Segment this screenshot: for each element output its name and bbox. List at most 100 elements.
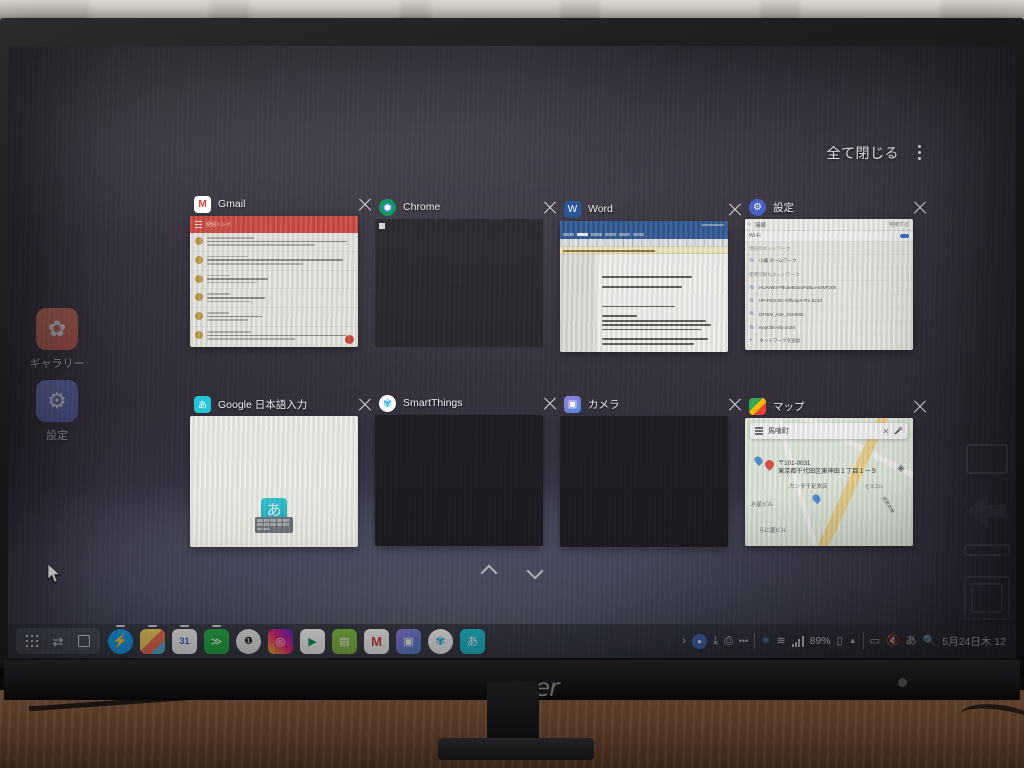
add-network-label: ネットワークを追加 bbox=[759, 338, 801, 344]
desktop-icon-gallery[interactable]: ✿ ギャラリー bbox=[22, 308, 92, 371]
google-maps-icon bbox=[749, 397, 766, 415]
chevron-down-icon[interactable] bbox=[525, 564, 545, 578]
compose-fab bbox=[345, 335, 354, 344]
close-icon[interactable] bbox=[910, 197, 930, 217]
map-search-query[interactable]: 馬喰町 bbox=[768, 426, 878, 436]
overview-card-google-japanese-input[interactable]: あ Google 日本語入力 あ bbox=[190, 392, 375, 547]
gallery-icon bbox=[140, 628, 165, 654]
shelf-app-authenticator[interactable]: ❶ bbox=[236, 628, 261, 654]
overview-card-settings[interactable]: ⚙ 設定 ‹ 接続 検索する Wi-Fi 現在のネットワーク ≋ 小暮 ホームワ… bbox=[745, 195, 930, 352]
wifi-icon: ≋ bbox=[749, 324, 755, 331]
card-row: M Gmail 受信トレイ Chrome W Word ⚙ 設定 ‹ 接続 検索… bbox=[190, 178, 930, 352]
card-thumbnail[interactable]: 馬喰町 ✕ 🎤 〒101-0031 東京都千代田区東神田１丁目１ー９ ◈ カンダ… bbox=[745, 418, 913, 546]
ime-japanese-icon[interactable]: あ bbox=[906, 635, 917, 647]
overview-square-icon[interactable] bbox=[73, 631, 95, 651]
chevron-right-icon[interactable]: › bbox=[682, 635, 686, 647]
close-icon[interactable] bbox=[355, 394, 375, 414]
overview-card-smartthings[interactable]: ✾ SmartThings bbox=[375, 391, 560, 547]
clock[interactable]: 5月24日木 12 bbox=[942, 634, 1006, 649]
close-icon[interactable]: ✕ bbox=[883, 427, 890, 436]
bluetooth-icon[interactable]: ✳ bbox=[761, 635, 770, 647]
close-icon[interactable] bbox=[910, 396, 930, 416]
close-icon[interactable] bbox=[355, 194, 375, 214]
volume-mute-icon[interactable]: 🔇 bbox=[886, 635, 900, 647]
caret-up-icon[interactable]: ▲ bbox=[849, 637, 857, 645]
chevron-up-icon[interactable] bbox=[479, 564, 499, 578]
shelf-app-gallery[interactable] bbox=[140, 624, 165, 654]
shelf-app-google-japanese-input[interactable]: あ bbox=[460, 628, 485, 654]
shelf-app-instagram[interactable]: ◎ bbox=[268, 628, 293, 654]
network-name: HUAWEI-P8Lite8DuoPoBLe-DWF200 bbox=[759, 285, 837, 291]
wifi-icon: ≋ bbox=[749, 297, 755, 304]
card-row: あ Google 日本語入力 あ ✾ SmartThings ▣ カメラ マップ… bbox=[190, 376, 930, 547]
more-dots-icon[interactable]: ••• bbox=[739, 636, 748, 646]
card-thumbnail[interactable] bbox=[375, 415, 543, 546]
layers-icon[interactable] bbox=[897, 458, 907, 468]
messenger-icon: ⚡ bbox=[108, 628, 133, 654]
card-thumbnail[interactable]: あ bbox=[190, 416, 358, 547]
card-thumbnail[interactable] bbox=[560, 221, 728, 352]
cellular-signal-icon[interactable] bbox=[791, 635, 804, 647]
shelf-app-messenger[interactable]: ⚡ bbox=[108, 624, 133, 654]
hamburger-icon[interactable] bbox=[755, 430, 763, 432]
plus-icon: + bbox=[749, 338, 753, 345]
close-icon[interactable] bbox=[725, 394, 745, 414]
settings-section-current: 現在のネットワーク bbox=[745, 242, 913, 255]
card-thumbnail[interactable] bbox=[375, 219, 543, 347]
power-button[interactable] bbox=[898, 678, 907, 687]
spreadsheet-icon: ▤ bbox=[332, 628, 357, 654]
shelf-app-play-store[interactable]: ▶ bbox=[300, 628, 325, 654]
account-avatar-icon[interactable]: ● bbox=[692, 633, 708, 649]
word-toolbar bbox=[560, 239, 728, 247]
settings-add-network: + ネットワークを追加 bbox=[745, 335, 913, 349]
printer-icon[interactable]: ⎙ bbox=[724, 635, 733, 647]
download-icon[interactable]: ⤓ bbox=[713, 635, 718, 647]
overview-card-maps[interactable]: マップ 馬喰町 ✕ 🎤 〒101-0031 東京都千代田区東神田１丁目１ー９ ◈… bbox=[745, 394, 930, 547]
back-arrow-icon[interactable]: ⇄ bbox=[47, 631, 69, 651]
card-app-name: Gmail bbox=[218, 198, 246, 210]
map-marker bbox=[813, 494, 820, 503]
close-icon[interactable] bbox=[540, 197, 560, 217]
close-icon[interactable] bbox=[725, 199, 745, 219]
close-all-button[interactable]: 全て閉じる bbox=[827, 143, 900, 163]
map-search-bar[interactable]: 馬喰町 ✕ 🎤 bbox=[750, 423, 908, 439]
overview-card-word[interactable]: W Word bbox=[560, 197, 745, 352]
overview-card-gmail[interactable]: M Gmail 受信トレイ bbox=[190, 192, 375, 352]
card-thumbnail[interactable]: ‹ 接続 検索する Wi-Fi 現在のネットワーク ≋ 小暮 ホームワーク 使用… bbox=[745, 219, 913, 350]
wifi-icon: ≋ bbox=[749, 284, 755, 291]
settings-wifi-label: Wi-Fi bbox=[749, 233, 761, 239]
list-item bbox=[190, 271, 358, 290]
desktop-icon-settings[interactable]: ⚙ 設定 bbox=[22, 380, 92, 443]
screencast-icon[interactable]: ▭ bbox=[870, 635, 880, 647]
close-icon[interactable] bbox=[540, 393, 560, 413]
microphone-icon[interactable]: 🎤 bbox=[894, 427, 903, 435]
gallery-icon: ✿ bbox=[36, 308, 78, 350]
shelf-app-calendar[interactable]: 31 bbox=[172, 624, 197, 654]
card-thumbnail[interactable]: 受信トレイ bbox=[190, 216, 358, 347]
kebab-menu-icon[interactable] bbox=[915, 142, 924, 163]
overview-card-chrome[interactable]: Chrome bbox=[375, 195, 560, 352]
settings-network-current: ≋ 小暮 ホームワーク bbox=[745, 255, 913, 269]
shelf-app-smartthings[interactable]: ✾ bbox=[428, 628, 453, 654]
shelf-app-spreadsheet[interactable]: ▤ bbox=[332, 628, 357, 654]
list-item bbox=[190, 308, 358, 327]
search-icon[interactable]: 🔍 bbox=[923, 635, 937, 647]
list-item bbox=[190, 327, 358, 346]
overview-card-camera[interactable]: ▣ カメラ bbox=[560, 392, 745, 547]
shelf-app-camera[interactable]: ▣ bbox=[396, 628, 421, 654]
decorative-shape bbox=[964, 544, 1010, 556]
shelf-app-feedly[interactable]: ≫ bbox=[204, 624, 229, 654]
app-launcher-grid-icon[interactable] bbox=[21, 631, 43, 651]
settings-section-available: 使用可能なネットワーク bbox=[745, 268, 913, 282]
list-item bbox=[190, 233, 358, 252]
wifi-icon[interactable]: ≋ bbox=[776, 635, 785, 647]
card-thumbnail[interactable] bbox=[560, 416, 728, 547]
wifi-icon: ≋ bbox=[749, 258, 755, 265]
overview-pager bbox=[8, 564, 1016, 578]
card-app-name: Google 日本語入力 bbox=[218, 398, 308, 411]
google-japanese-input-icon: あ bbox=[194, 395, 211, 413]
battery-icon[interactable]: ▯ bbox=[837, 635, 843, 647]
settings-network-item: ≋ KepObs-5G-2426 bbox=[745, 322, 913, 335]
photo-scene: ✿ ギャラリー ⚙ 設定 全て閉じる M Gmail 受信トレイ Chrome … bbox=[0, 0, 1024, 768]
shelf-app-gmail[interactable]: M bbox=[364, 628, 389, 654]
